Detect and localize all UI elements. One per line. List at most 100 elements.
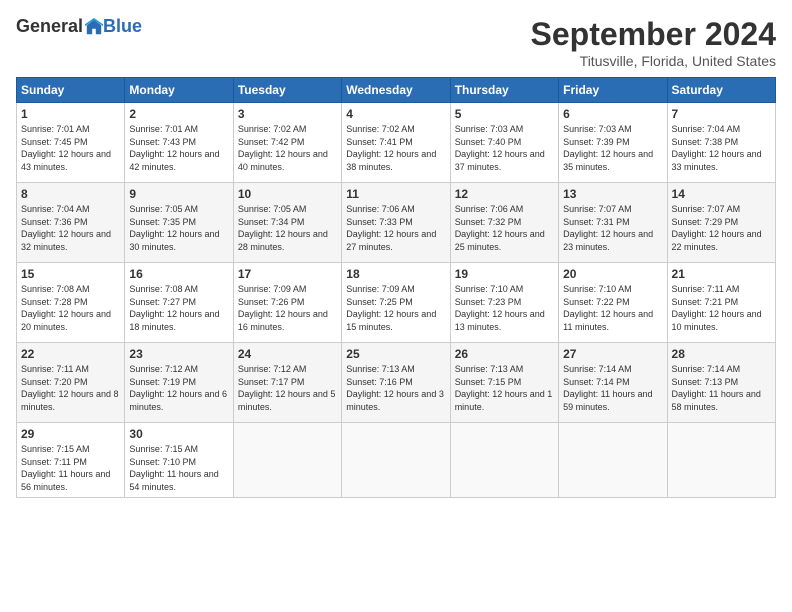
calendar-cell	[342, 423, 450, 498]
day-info: Sunrise: 7:13 AMSunset: 7:16 PMDaylight:…	[346, 364, 444, 412]
calendar-cell: 27 Sunrise: 7:14 AMSunset: 7:14 PMDaylig…	[559, 343, 667, 423]
day-number: 26	[455, 347, 554, 361]
day-number: 21	[672, 267, 771, 281]
calendar-cell: 15 Sunrise: 7:08 AMSunset: 7:28 PMDaylig…	[17, 263, 125, 343]
calendar-cell: 14 Sunrise: 7:07 AMSunset: 7:29 PMDaylig…	[667, 183, 775, 263]
day-number: 14	[672, 187, 771, 201]
day-info: Sunrise: 7:07 AMSunset: 7:29 PMDaylight:…	[672, 204, 762, 252]
calendar-cell: 19 Sunrise: 7:10 AMSunset: 7:23 PMDaylig…	[450, 263, 558, 343]
day-number: 27	[563, 347, 662, 361]
day-info: Sunrise: 7:10 AMSunset: 7:23 PMDaylight:…	[455, 284, 545, 332]
day-info: Sunrise: 7:02 AMSunset: 7:42 PMDaylight:…	[238, 124, 328, 172]
day-number: 24	[238, 347, 337, 361]
day-number: 12	[455, 187, 554, 201]
calendar-cell: 7 Sunrise: 7:04 AMSunset: 7:38 PMDayligh…	[667, 103, 775, 183]
day-number: 30	[129, 427, 228, 441]
day-number: 28	[672, 347, 771, 361]
calendar-cell: 8 Sunrise: 7:04 AMSunset: 7:36 PMDayligh…	[17, 183, 125, 263]
calendar-cell: 2 Sunrise: 7:01 AMSunset: 7:43 PMDayligh…	[125, 103, 233, 183]
calendar-cell	[233, 423, 341, 498]
calendar-cell: 23 Sunrise: 7:12 AMSunset: 7:19 PMDaylig…	[125, 343, 233, 423]
day-number: 23	[129, 347, 228, 361]
calendar-cell: 12 Sunrise: 7:06 AMSunset: 7:32 PMDaylig…	[450, 183, 558, 263]
day-header-tuesday: Tuesday	[233, 78, 341, 103]
day-info: Sunrise: 7:15 AMSunset: 7:10 PMDaylight:…	[129, 444, 218, 492]
calendar-cell: 17 Sunrise: 7:09 AMSunset: 7:26 PMDaylig…	[233, 263, 341, 343]
day-info: Sunrise: 7:01 AMSunset: 7:43 PMDaylight:…	[129, 124, 219, 172]
calendar-cell: 22 Sunrise: 7:11 AMSunset: 7:20 PMDaylig…	[17, 343, 125, 423]
month-title: September 2024	[531, 16, 776, 53]
calendar-cell: 30 Sunrise: 7:15 AMSunset: 7:10 PMDaylig…	[125, 423, 233, 498]
day-header-wednesday: Wednesday	[342, 78, 450, 103]
logo-general: General	[16, 16, 83, 37]
calendar-cell: 26 Sunrise: 7:13 AMSunset: 7:15 PMDaylig…	[450, 343, 558, 423]
logo-blue: Blue	[103, 16, 142, 37]
day-info: Sunrise: 7:03 AMSunset: 7:40 PMDaylight:…	[455, 124, 545, 172]
day-info: Sunrise: 7:07 AMSunset: 7:31 PMDaylight:…	[563, 204, 653, 252]
calendar-week-3: 15 Sunrise: 7:08 AMSunset: 7:28 PMDaylig…	[17, 263, 776, 343]
day-header-sunday: Sunday	[17, 78, 125, 103]
day-info: Sunrise: 7:12 AMSunset: 7:17 PMDaylight:…	[238, 364, 336, 412]
calendar-cell: 21 Sunrise: 7:11 AMSunset: 7:21 PMDaylig…	[667, 263, 775, 343]
day-number: 17	[238, 267, 337, 281]
calendar-cell: 1 Sunrise: 7:01 AMSunset: 7:45 PMDayligh…	[17, 103, 125, 183]
calendar-header-row: SundayMondayTuesdayWednesdayThursdayFrid…	[17, 78, 776, 103]
day-number: 13	[563, 187, 662, 201]
calendar-cell	[559, 423, 667, 498]
day-info: Sunrise: 7:14 AMSunset: 7:13 PMDaylight:…	[672, 364, 761, 412]
calendar-cell: 4 Sunrise: 7:02 AMSunset: 7:41 PMDayligh…	[342, 103, 450, 183]
day-info: Sunrise: 7:05 AMSunset: 7:35 PMDaylight:…	[129, 204, 219, 252]
calendar-cell: 18 Sunrise: 7:09 AMSunset: 7:25 PMDaylig…	[342, 263, 450, 343]
calendar-cell: 16 Sunrise: 7:08 AMSunset: 7:27 PMDaylig…	[125, 263, 233, 343]
day-info: Sunrise: 7:09 AMSunset: 7:25 PMDaylight:…	[346, 284, 436, 332]
calendar-cell: 29 Sunrise: 7:15 AMSunset: 7:11 PMDaylig…	[17, 423, 125, 498]
day-info: Sunrise: 7:11 AMSunset: 7:20 PMDaylight:…	[21, 364, 119, 412]
calendar-cell	[450, 423, 558, 498]
day-info: Sunrise: 7:06 AMSunset: 7:33 PMDaylight:…	[346, 204, 436, 252]
calendar-cell	[667, 423, 775, 498]
day-info: Sunrise: 7:01 AMSunset: 7:45 PMDaylight:…	[21, 124, 111, 172]
day-number: 20	[563, 267, 662, 281]
day-info: Sunrise: 7:03 AMSunset: 7:39 PMDaylight:…	[563, 124, 653, 172]
calendar-cell: 11 Sunrise: 7:06 AMSunset: 7:33 PMDaylig…	[342, 183, 450, 263]
day-info: Sunrise: 7:12 AMSunset: 7:19 PMDaylight:…	[129, 364, 227, 412]
day-number: 18	[346, 267, 445, 281]
day-number: 22	[21, 347, 120, 361]
day-info: Sunrise: 7:04 AMSunset: 7:36 PMDaylight:…	[21, 204, 111, 252]
day-header-thursday: Thursday	[450, 78, 558, 103]
logo-icon	[85, 18, 103, 36]
day-info: Sunrise: 7:15 AMSunset: 7:11 PMDaylight:…	[21, 444, 110, 492]
day-number: 7	[672, 107, 771, 121]
day-info: Sunrise: 7:11 AMSunset: 7:21 PMDaylight:…	[672, 284, 762, 332]
day-info: Sunrise: 7:13 AMSunset: 7:15 PMDaylight:…	[455, 364, 553, 412]
day-number: 1	[21, 107, 120, 121]
day-info: Sunrise: 7:05 AMSunset: 7:34 PMDaylight:…	[238, 204, 328, 252]
calendar-page: General Blue September 2024 Titusville, …	[0, 0, 792, 612]
calendar-cell: 13 Sunrise: 7:07 AMSunset: 7:31 PMDaylig…	[559, 183, 667, 263]
calendar-cell: 25 Sunrise: 7:13 AMSunset: 7:16 PMDaylig…	[342, 343, 450, 423]
calendar-table: SundayMondayTuesdayWednesdayThursdayFrid…	[16, 77, 776, 498]
calendar-week-5: 29 Sunrise: 7:15 AMSunset: 7:11 PMDaylig…	[17, 423, 776, 498]
day-number: 6	[563, 107, 662, 121]
day-number: 19	[455, 267, 554, 281]
calendar-cell: 6 Sunrise: 7:03 AMSunset: 7:39 PMDayligh…	[559, 103, 667, 183]
calendar-cell: 10 Sunrise: 7:05 AMSunset: 7:34 PMDaylig…	[233, 183, 341, 263]
day-number: 4	[346, 107, 445, 121]
calendar-cell: 3 Sunrise: 7:02 AMSunset: 7:42 PMDayligh…	[233, 103, 341, 183]
day-info: Sunrise: 7:02 AMSunset: 7:41 PMDaylight:…	[346, 124, 436, 172]
day-info: Sunrise: 7:04 AMSunset: 7:38 PMDaylight:…	[672, 124, 762, 172]
calendar-week-2: 8 Sunrise: 7:04 AMSunset: 7:36 PMDayligh…	[17, 183, 776, 263]
day-number: 9	[129, 187, 228, 201]
day-info: Sunrise: 7:06 AMSunset: 7:32 PMDaylight:…	[455, 204, 545, 252]
calendar-cell: 9 Sunrise: 7:05 AMSunset: 7:35 PMDayligh…	[125, 183, 233, 263]
calendar-week-4: 22 Sunrise: 7:11 AMSunset: 7:20 PMDaylig…	[17, 343, 776, 423]
day-info: Sunrise: 7:09 AMSunset: 7:26 PMDaylight:…	[238, 284, 328, 332]
day-number: 10	[238, 187, 337, 201]
day-number: 25	[346, 347, 445, 361]
day-info: Sunrise: 7:08 AMSunset: 7:28 PMDaylight:…	[21, 284, 111, 332]
calendar-cell: 5 Sunrise: 7:03 AMSunset: 7:40 PMDayligh…	[450, 103, 558, 183]
day-header-monday: Monday	[125, 78, 233, 103]
day-header-friday: Friday	[559, 78, 667, 103]
day-info: Sunrise: 7:14 AMSunset: 7:14 PMDaylight:…	[563, 364, 652, 412]
day-header-saturday: Saturday	[667, 78, 775, 103]
